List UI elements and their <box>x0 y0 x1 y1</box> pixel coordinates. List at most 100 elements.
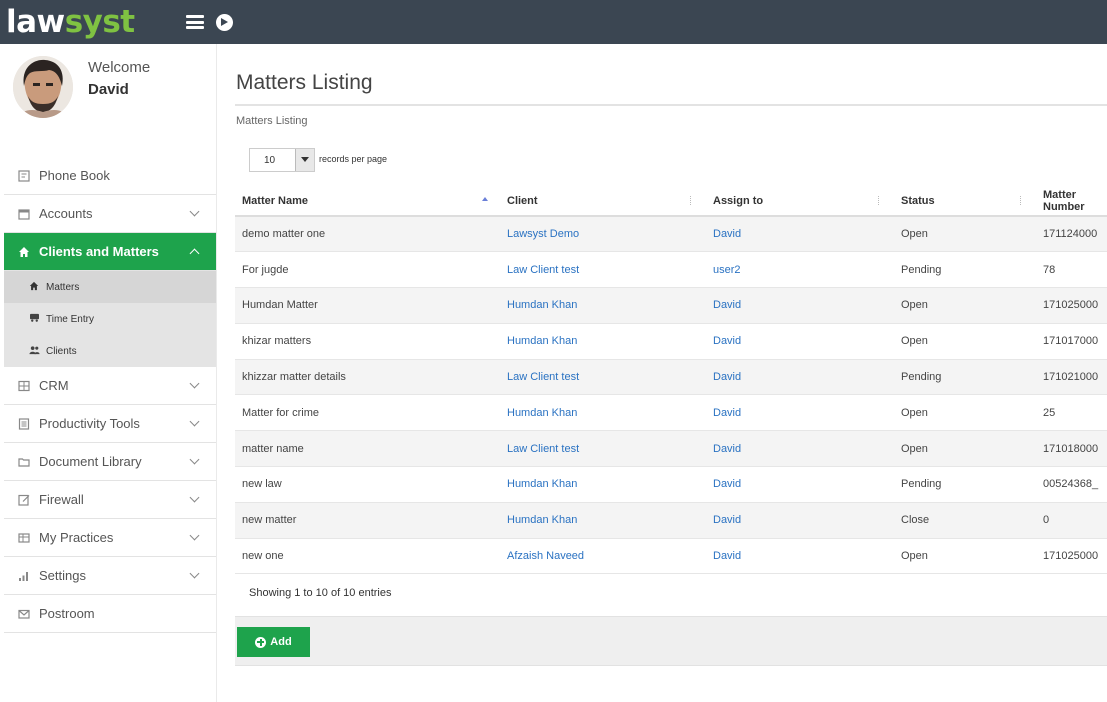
sidebar-item-productivity-tools[interactable]: Productivity Tools <box>4 405 216 443</box>
dropdown-arrow-icon[interactable] <box>295 149 314 171</box>
avatar <box>13 56 73 118</box>
assignee-link[interactable]: David <box>713 478 741 490</box>
cell-client: Afzaish Naveed <box>500 538 706 575</box>
client-link[interactable]: Humdan Khan <box>507 514 577 526</box>
sidebar-item-crm[interactable]: CRM <box>4 367 216 405</box>
col-header-matter-number[interactable]: Matter Number <box>1036 186 1107 217</box>
col-header-matter-name[interactable]: Matter Name <box>235 186 500 217</box>
play-circle-icon[interactable] <box>216 13 233 31</box>
client-link[interactable]: Humdan Khan <box>507 407 577 419</box>
list-icon <box>17 417 31 430</box>
sidebar-item-postroom[interactable]: Postroom <box>4 595 216 633</box>
client-link[interactable]: Lawsyst Demo <box>507 228 579 240</box>
chevron-up-icon <box>189 248 200 259</box>
sidebar-nav: Phone Book Accounts Clients and Matters … <box>4 157 216 633</box>
breadcrumb[interactable]: Matters Listing <box>236 115 308 127</box>
client-link[interactable]: Humdan Khan <box>507 299 577 311</box>
col-header-label: Status <box>901 194 935 207</box>
assignee-link[interactable]: David <box>713 443 741 455</box>
add-button[interactable]: Add <box>237 627 310 657</box>
sidebar-item-my-practices[interactable]: My Practices <box>4 519 216 557</box>
cell-matter-number: 25 <box>1036 394 1107 432</box>
sidebar-subitem-matters[interactable]: Matters <box>4 271 216 303</box>
assignee-link[interactable]: David <box>713 514 741 526</box>
cell-matter-number: 00524368_ <box>1036 466 1107 503</box>
sidebar-item-document-library[interactable]: Document Library <box>4 443 216 481</box>
cell-assign: David <box>706 430 894 468</box>
page-length-value: 10 <box>264 155 276 166</box>
sidebar-item-firewall[interactable]: Firewall <box>4 481 216 519</box>
sidebar-item-label: Firewall <box>39 492 84 507</box>
assignee-link[interactable]: David <box>713 299 741 311</box>
cell-client: Humdan Khan <box>500 287 706 324</box>
sidebar-subitem-clients[interactable]: Clients <box>4 335 216 367</box>
assignee-link[interactable]: user2 <box>713 264 741 276</box>
assignee-link[interactable]: David <box>713 407 741 419</box>
sidebar-item-accounts[interactable]: Accounts <box>4 195 216 233</box>
sidebar-item-phone-book[interactable]: Phone Book <box>4 157 216 195</box>
users-icon <box>28 345 40 358</box>
cell-matter-name: khizar matters <box>235 323 500 360</box>
sidebar-item-clients-and-matters[interactable]: Clients and Matters <box>4 233 216 271</box>
cell-status: Close <box>894 502 1036 539</box>
sidebar-submenu: Matters Time Entry Clients <box>4 271 216 367</box>
client-link[interactable]: Law Client test <box>507 264 579 276</box>
plus-circle-icon <box>255 636 267 648</box>
sidebar-item-label: Settings <box>39 568 86 583</box>
cell-status: Pending <box>894 466 1036 503</box>
cell-assign: David <box>706 502 894 539</box>
menu-toggle-icon[interactable] <box>186 15 204 29</box>
client-link[interactable]: Afzaish Naveed <box>507 550 584 562</box>
client-link[interactable]: Law Client test <box>507 443 579 455</box>
user-name: David <box>88 81 129 98</box>
sidebar-item-label: My Practices <box>39 530 114 545</box>
cell-client: Law Client test <box>500 430 706 468</box>
table-row: Matter for crime Humdan Khan David Open 25 <box>235 394 1107 432</box>
cell-matter-name: matter name <box>235 430 500 468</box>
assignee-link[interactable]: David <box>713 371 741 383</box>
col-header-assign-to[interactable]: Assign to <box>706 186 894 217</box>
col-header-client[interactable]: Client <box>500 186 706 217</box>
assignee-link[interactable]: David <box>713 550 741 562</box>
col-header-label: Assign to <box>713 194 764 207</box>
chevron-down-icon <box>189 492 200 503</box>
welcome-text: Welcome <box>88 59 151 76</box>
cell-matter-number: 171025000 <box>1036 287 1107 324</box>
cell-client: Law Client test <box>500 251 706 289</box>
cell-matter-name: new matter <box>235 502 500 539</box>
sort-asc-icon <box>482 197 488 201</box>
client-link[interactable]: Humdan Khan <box>507 335 577 347</box>
sidebar-item-settings[interactable]: Settings <box>4 557 216 595</box>
sidebar-item-label: Accounts <box>39 206 93 221</box>
user-profile: Welcome David <box>0 44 216 154</box>
sort-icon <box>878 196 882 205</box>
assignee-link[interactable]: David <box>713 335 741 347</box>
client-link[interactable]: Law Client test <box>507 371 579 383</box>
page-title: Matters Listing <box>236 71 373 94</box>
cell-matter-number: 171124000 <box>1036 216 1107 253</box>
page-length-select[interactable]: 10 <box>249 148 315 172</box>
cell-client: Law Client test <box>500 359 706 396</box>
assignee-link[interactable]: David <box>713 228 741 240</box>
col-header-status[interactable]: Status <box>894 186 1036 217</box>
client-link[interactable]: Humdan Khan <box>507 478 577 490</box>
cell-assign: David <box>706 538 894 575</box>
cell-matter-name: new one <box>235 538 500 575</box>
col-header-label: Client <box>507 194 538 207</box>
sidebar-item-label: Clients and Matters <box>39 244 159 259</box>
envelope-icon <box>17 608 31 620</box>
table-row: new law Humdan Khan David Pending 00524368_ <box>235 466 1107 503</box>
chevron-down-icon <box>189 530 200 541</box>
app-logo[interactable]: lawsyst <box>0 0 180 44</box>
col-header-label: Matter Name <box>242 194 309 207</box>
table-icon <box>17 532 31 544</box>
cell-status: Pending <box>894 251 1036 289</box>
col-header-label: Matter Number <box>1043 188 1085 213</box>
cell-status: Open <box>894 394 1036 432</box>
chevron-down-icon <box>189 454 200 465</box>
edit-icon <box>17 494 31 506</box>
cell-assign: David <box>706 359 894 396</box>
cell-assign: user2 <box>706 251 894 289</box>
cell-assign: David <box>706 466 894 503</box>
sidebar-subitem-time-entry[interactable]: Time Entry <box>4 303 216 335</box>
